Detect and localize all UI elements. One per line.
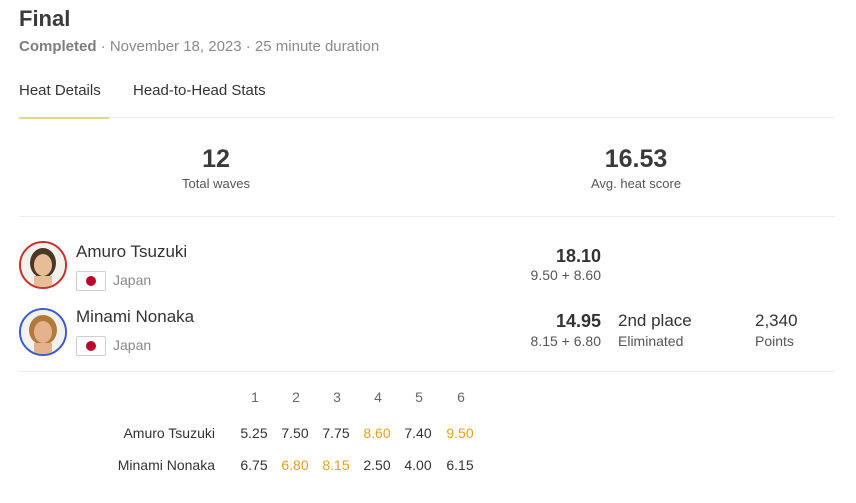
athlete-total-score: 18.10	[555, 246, 601, 266]
total-waves-label: Total waves	[182, 176, 250, 191]
athlete-name[interactable]: Minami Nonaka	[76, 307, 194, 327]
wave-header: 2	[292, 389, 300, 405]
japan-flag-icon	[76, 336, 106, 356]
athlete-photo	[21, 310, 65, 354]
tab-heat-details[interactable]: Heat Details	[19, 82, 109, 119]
wave-score: 6.15	[446, 457, 474, 473]
avg-score-label: Avg. heat score	[590, 176, 682, 191]
avatar-minami-nonaka[interactable]	[19, 308, 67, 356]
tab-head-to-head-stats[interactable]: Head-to-Head Stats	[133, 82, 266, 117]
heat-meta: Completed · November 18, 2023 · 25 minut…	[19, 38, 379, 55]
wave-score: 7.75	[322, 425, 350, 441]
wave-score: 5.25	[240, 425, 268, 441]
heat-date-duration: · November 18, 2023 · 25 minute duration	[96, 38, 380, 55]
athlete-score-breakdown: 8.15 + 6.80	[530, 333, 601, 349]
athlete-total-score: 14.95	[555, 311, 601, 331]
wave-score: 6.75	[240, 457, 268, 473]
wave-score-counting: 8.60	[363, 425, 391, 441]
page-title: Final	[19, 6, 71, 31]
avg-score-value: 16.53	[604, 145, 668, 173]
athlete-country: Japan	[113, 272, 152, 288]
tab-bar: Heat Details Head-to-Head Stats	[19, 80, 835, 119]
wave-score-counting: 6.80	[281, 457, 309, 473]
athlete-points: 2,340	[755, 311, 798, 330]
wave-score: 7.50	[281, 425, 309, 441]
divider	[19, 371, 835, 372]
athlete-name[interactable]: Amuro Tsuzuki	[76, 242, 187, 262]
wave-header: 4	[374, 389, 382, 405]
wave-header: 3	[333, 389, 341, 405]
wave-score: 2.50	[363, 457, 391, 473]
stat-total-waves: 12 Total waves	[106, 145, 326, 191]
wave-header: 6	[457, 389, 465, 405]
wave-score-counting: 8.15	[322, 457, 350, 473]
athlete-points-label: Points	[755, 333, 794, 349]
avatar-amuro-tsuzuki[interactable]	[19, 241, 67, 289]
athlete-photo	[21, 243, 65, 287]
wave-header: 5	[415, 389, 423, 405]
divider	[19, 216, 835, 217]
heat-status: Completed	[19, 38, 97, 55]
table-row-athlete-name: Minami Nonaka	[117, 457, 215, 473]
athlete-country: Japan	[113, 337, 152, 353]
athlete-place: 2nd place	[618, 311, 692, 330]
wave-score-counting: 9.50	[446, 425, 474, 441]
table-row-athlete-name: Amuro Tsuzuki	[123, 425, 215, 441]
japan-flag-icon	[76, 271, 106, 291]
wave-header: 1	[251, 389, 259, 405]
athlete-status: Eliminated	[618, 333, 684, 349]
stat-avg-heat-score: 16.53 Avg. heat score	[526, 145, 746, 191]
total-waves-value: 12	[202, 145, 230, 173]
athlete-score-breakdown: 9.50 + 8.60	[530, 267, 601, 283]
wave-score: 7.40	[404, 425, 432, 441]
wave-score: 4.00	[404, 457, 432, 473]
